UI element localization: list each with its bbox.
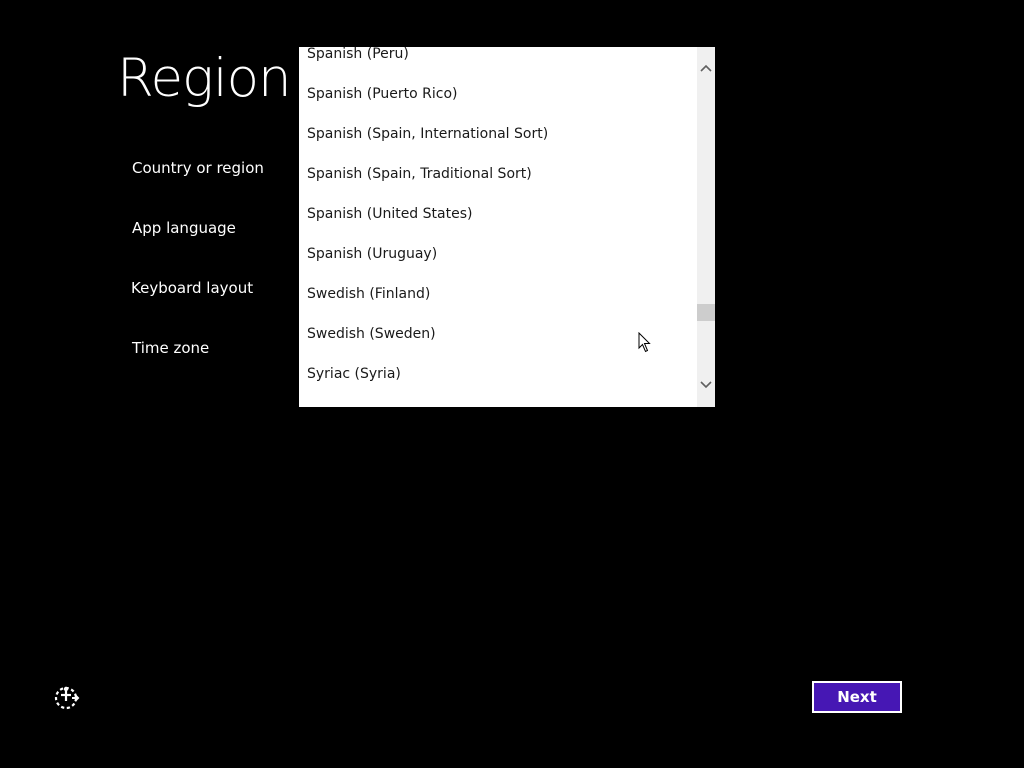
region-page: Region Country or region App language Ke… xyxy=(0,0,1024,768)
country-or-region-label[interactable]: Country or region xyxy=(132,158,264,178)
page-title: Region xyxy=(117,48,292,109)
chevron-down-icon[interactable] xyxy=(697,375,715,395)
list-item[interactable]: Spanish (Spain, International Sort) xyxy=(307,124,548,164)
list-item[interactable]: Spanish (Uruguay) xyxy=(307,244,437,284)
list-item[interactable]: Spanish (Puerto Rico) xyxy=(307,84,457,124)
app-language-label[interactable]: App language xyxy=(132,218,236,238)
list-item[interactable]: Spanish (Peru) xyxy=(307,47,409,84)
mouse-cursor-icon xyxy=(638,331,652,354)
country-region-dropdown-list[interactable]: Spanish (Peru) Spanish (Puerto Rico) Spa… xyxy=(299,47,715,407)
list-item[interactable]: Syriac (Syria) xyxy=(307,364,401,404)
list-item[interactable]: Swedish (Finland) xyxy=(307,284,430,324)
list-item[interactable]: Spanish (Spain, Traditional Sort) xyxy=(307,164,532,204)
next-button[interactable]: Next xyxy=(812,681,902,713)
ease-of-access-icon[interactable] xyxy=(52,684,80,712)
keyboard-layout-label[interactable]: Keyboard layout xyxy=(131,278,253,298)
list-scrollbar[interactable] xyxy=(697,47,715,407)
time-zone-label[interactable]: Time zone xyxy=(132,338,209,358)
list-item[interactable]: Spanish (United States) xyxy=(307,204,472,244)
scroll-thumb[interactable] xyxy=(697,304,715,321)
chevron-up-icon[interactable] xyxy=(697,58,715,78)
list-item[interactable]: Swedish (Sweden) xyxy=(307,324,436,364)
